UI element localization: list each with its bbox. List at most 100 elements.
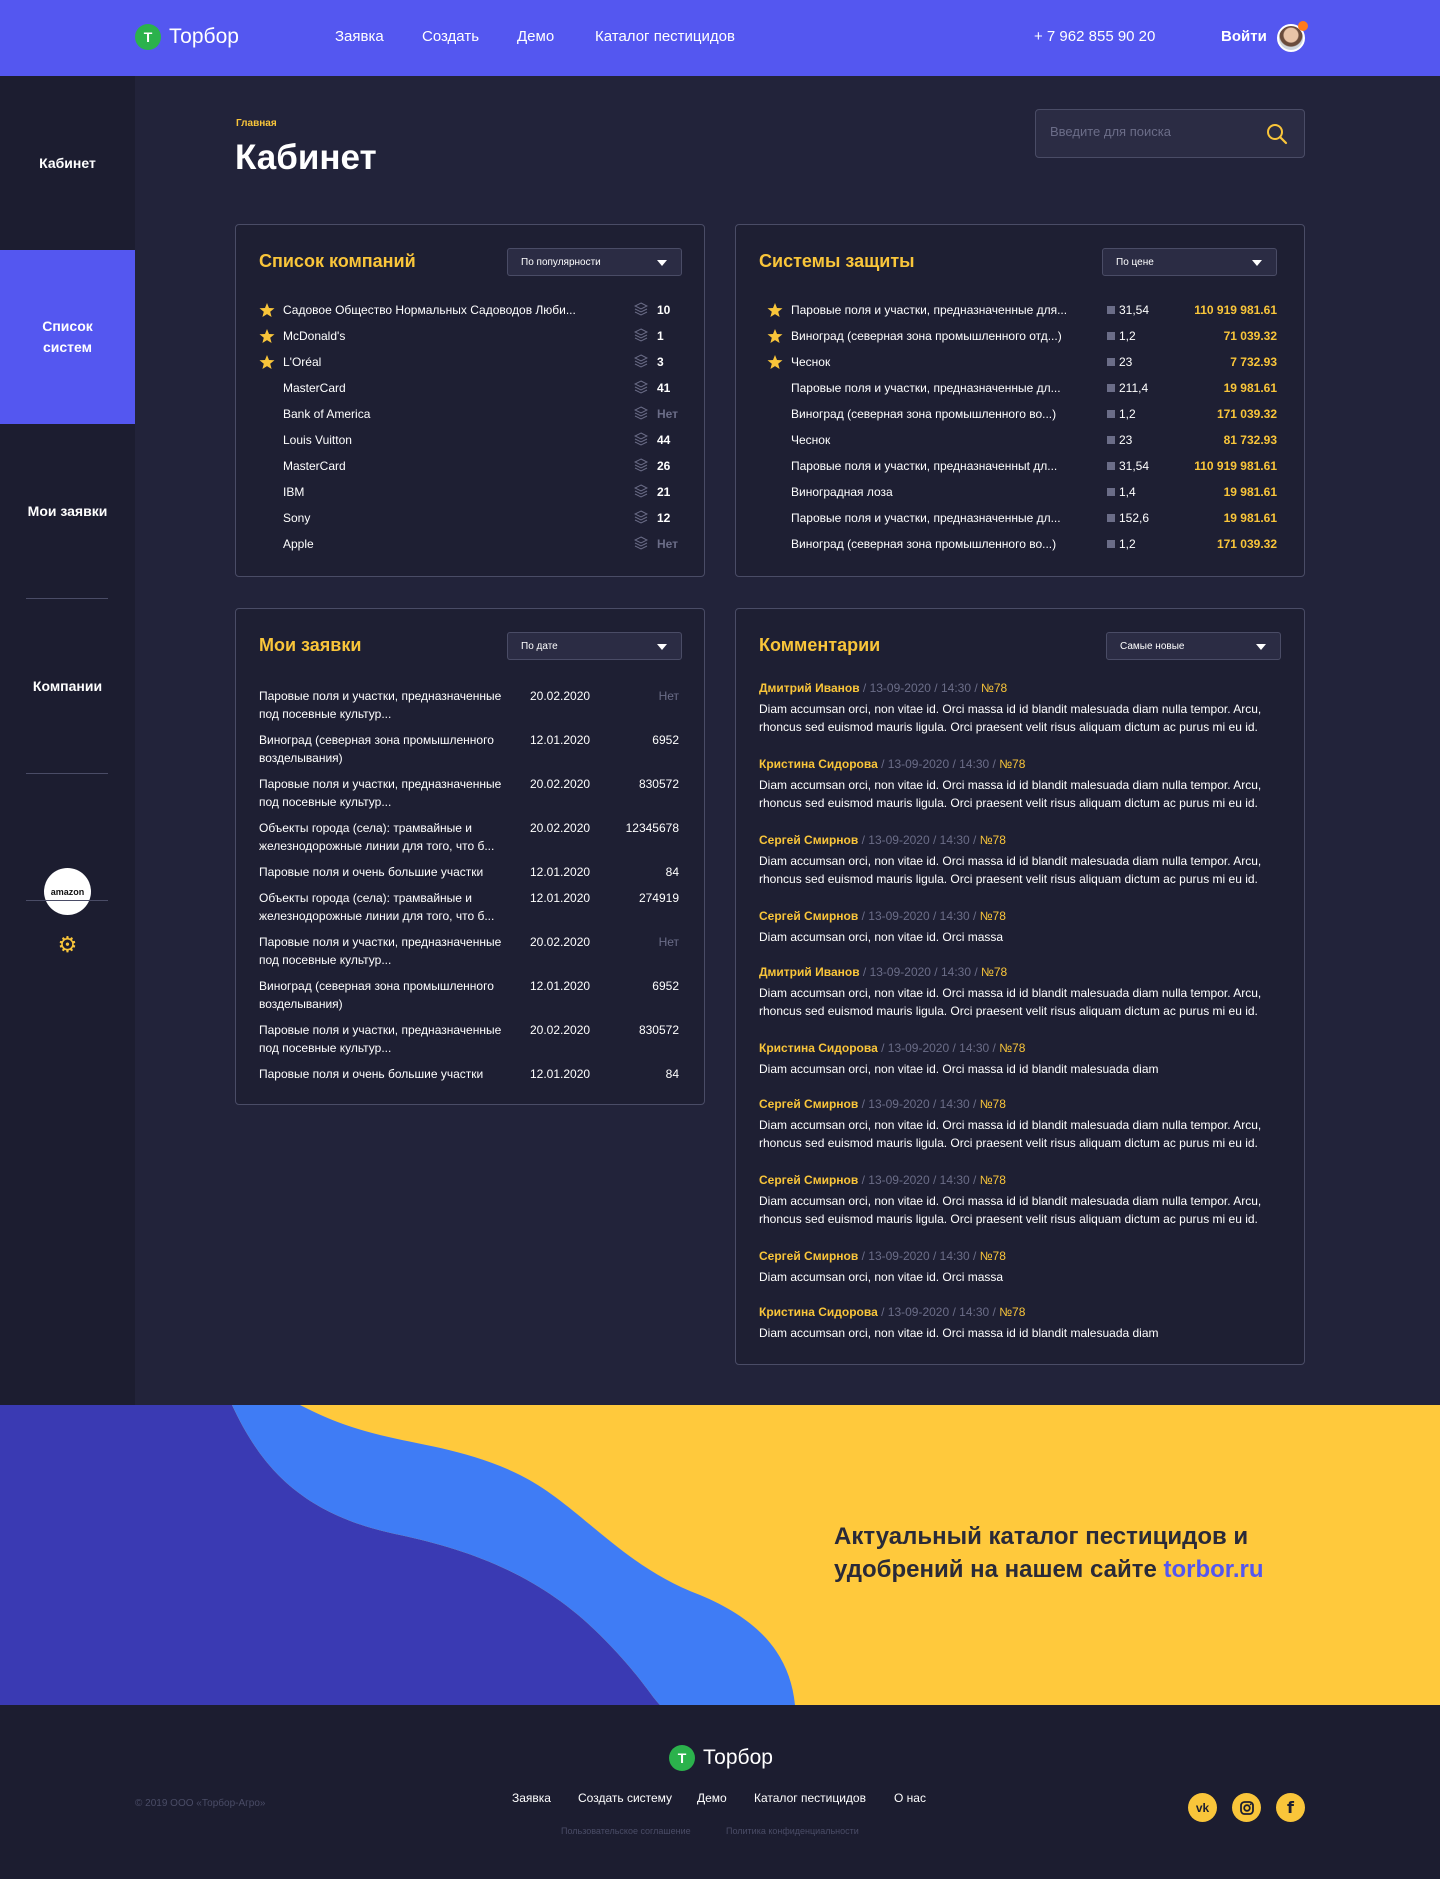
- select-value: По дате: [521, 641, 558, 652]
- applications-sort-select[interactable]: По дате: [507, 632, 682, 660]
- area-square-icon: [1107, 384, 1115, 392]
- comment-number-link[interactable]: №78: [980, 1249, 1006, 1263]
- phone-number[interactable]: + 7 962 855 90 20: [1034, 28, 1155, 45]
- company-row[interactable]: McDonald's 1: [236, 326, 704, 346]
- comment-author[interactable]: Дмитрий Иванов: [759, 681, 860, 695]
- company-row[interactable]: Bank of America Нет: [236, 404, 704, 424]
- comments-sort-select[interactable]: Самые новые: [1106, 632, 1281, 660]
- comment-author[interactable]: Сергей Смирнов: [759, 833, 858, 847]
- system-row[interactable]: Виноградная лоза 1,4 19 981.61: [736, 482, 1304, 502]
- company-row[interactable]: IBM 21: [236, 482, 704, 502]
- brand-logo[interactable]: Т Торбор: [135, 24, 239, 50]
- layers-icon: [634, 484, 648, 498]
- vk-icon[interactable]: vk: [1188, 1793, 1217, 1822]
- star-icon[interactable]: [767, 328, 783, 344]
- application-value: 274919: [638, 891, 679, 905]
- banner-site-link[interactable]: torbor.ru: [1163, 1556, 1263, 1583]
- layers-icon: [634, 432, 648, 446]
- comment-text: Diam accumsan orci, non vitae id. Orci m…: [759, 1118, 1262, 1150]
- sidebar-item-systems[interactable]: Список систем: [0, 250, 135, 424]
- search-icon[interactable]: [1266, 123, 1288, 145]
- gear-icon[interactable]: ⚙: [55, 932, 80, 957]
- area-square-icon: [1107, 358, 1115, 366]
- nav-link-request[interactable]: Заявка: [335, 28, 384, 45]
- company-row[interactable]: MasterCard 41: [236, 378, 704, 398]
- companies-sort-select[interactable]: По популярности: [507, 248, 682, 276]
- layers-icon: [634, 458, 648, 472]
- footer-logo[interactable]: Т Торбор: [669, 1745, 773, 1771]
- page-title: Кабинет: [235, 138, 377, 177]
- comment-author[interactable]: Сергей Смирнов: [759, 909, 858, 923]
- system-row[interactable]: Чеснок 23 81 732.93: [736, 430, 1304, 450]
- system-row[interactable]: Виноград (северная зона промышленного во…: [736, 404, 1304, 424]
- nav-link-demo[interactable]: Демо: [517, 28, 554, 45]
- comment-author[interactable]: Сергей Смирнов: [759, 1097, 858, 1111]
- company-name: Садовое Общество Нормальных Садоводов Лю…: [283, 303, 576, 317]
- comment-number-link[interactable]: №78: [980, 833, 1006, 847]
- instagram-icon[interactable]: [1232, 1793, 1261, 1822]
- system-row[interactable]: Чеснок 23 7 732.93: [736, 352, 1304, 372]
- company-row[interactable]: Louis Vuitton 44: [236, 430, 704, 450]
- comment-number-link[interactable]: №78: [980, 1097, 1006, 1111]
- company-row[interactable]: Sony 12: [236, 508, 704, 528]
- system-row[interactable]: Паровые поля и участки, предназначенные …: [736, 378, 1304, 398]
- comment-author[interactable]: Сергей Смирнов: [759, 1249, 858, 1263]
- system-area: 1,2: [1119, 407, 1136, 421]
- comment-author[interactable]: Кристина Сидорова: [759, 757, 878, 771]
- comment-number-link[interactable]: №78: [980, 909, 1006, 923]
- footer-link-catalog[interactable]: Каталог пестицидов: [754, 1791, 866, 1805]
- copyright: © 2019 ООО «Торбор-Агро»: [135, 1798, 266, 1809]
- system-name: Виноградная лоза: [791, 485, 893, 499]
- company-row[interactable]: Apple Нет: [236, 534, 704, 554]
- sidebar-item-cabinet[interactable]: Кабинет: [0, 76, 135, 250]
- comment-author[interactable]: Дмитрий Иванов: [759, 965, 860, 979]
- brand-name: Торбор: [703, 1746, 773, 1769]
- system-row[interactable]: Виноград (северная зона промышленного во…: [736, 534, 1304, 554]
- breadcrumb[interactable]: Главная: [236, 118, 277, 129]
- comment-author[interactable]: Кристина Сидорова: [759, 1305, 878, 1319]
- star-icon[interactable]: [259, 302, 275, 318]
- system-row[interactable]: Паровые поля и участки, предназначенные …: [736, 300, 1304, 320]
- search-input[interactable]: [1050, 124, 1250, 139]
- application-date: 20.02.2020: [530, 689, 591, 703]
- sidebar-divider: [26, 773, 108, 774]
- footer-link-user-agreement[interactable]: Пользовательское соглашение: [561, 1826, 691, 1836]
- comment-number-link[interactable]: №78: [981, 681, 1007, 695]
- system-row[interactable]: Паровые поля и участки, предназначенные …: [736, 508, 1304, 528]
- system-price: 19 981.61: [1223, 485, 1277, 499]
- footer-link-about[interactable]: О нас: [894, 1791, 926, 1805]
- comment-number-link[interactable]: №78: [999, 1305, 1025, 1319]
- star-icon[interactable]: [767, 302, 783, 318]
- facebook-icon[interactable]: f: [1276, 1793, 1305, 1822]
- comment-number-link[interactable]: №78: [999, 757, 1025, 771]
- comment-author[interactable]: Кристина Сидорова: [759, 1041, 878, 1055]
- company-row[interactable]: Садовое Общество Нормальных Садоводов Лю…: [236, 300, 704, 320]
- star-icon[interactable]: [259, 328, 275, 344]
- chevron-down-icon: [657, 260, 667, 266]
- login-link[interactable]: Войти: [1221, 28, 1267, 45]
- star-icon[interactable]: [767, 354, 783, 370]
- system-row[interactable]: Виноград (северная зона промышленного от…: [736, 326, 1304, 346]
- comment-number-link[interactable]: №78: [981, 965, 1007, 979]
- footer-link-privacy-policy[interactable]: Политика конфиденциальности: [726, 1826, 859, 1836]
- nav-link-create[interactable]: Создать: [422, 28, 479, 45]
- sidebar-item-applications[interactable]: Мои заявки: [0, 424, 135, 598]
- comment-number-link[interactable]: №78: [980, 1173, 1006, 1187]
- area-square-icon: [1107, 514, 1115, 522]
- comment-author[interactable]: Сергей Смирнов: [759, 1173, 858, 1187]
- footer-link-request[interactable]: Заявка: [512, 1791, 551, 1805]
- comment-number-link[interactable]: №78: [999, 1041, 1025, 1055]
- company-row[interactable]: MasterCard 26: [236, 456, 704, 476]
- system-row[interactable]: Паровые поля и участки, предназначенныt …: [736, 456, 1304, 476]
- systems-sort-select[interactable]: По цене: [1102, 248, 1277, 276]
- comment-item: Сергей Смирнов / 13-09-2020 / 14:30 / №7…: [759, 833, 1279, 888]
- sidebar-item-companies[interactable]: Компании: [0, 599, 135, 773]
- comment-item: Кристина Сидорова / 13-09-2020 / 14:30 /…: [759, 1305, 1279, 1342]
- sidebar-item-label: Мои заявки: [27, 502, 108, 519]
- footer-link-demo[interactable]: Демо: [697, 1791, 727, 1805]
- company-row[interactable]: L'Oréal 3: [236, 352, 704, 372]
- footer-link-create-system[interactable]: Создать систему: [578, 1791, 672, 1805]
- star-icon[interactable]: [259, 354, 275, 370]
- nav-link-catalog[interactable]: Каталог пестицидов: [595, 28, 735, 45]
- company-logo-avatar[interactable]: amazon: [44, 868, 91, 915]
